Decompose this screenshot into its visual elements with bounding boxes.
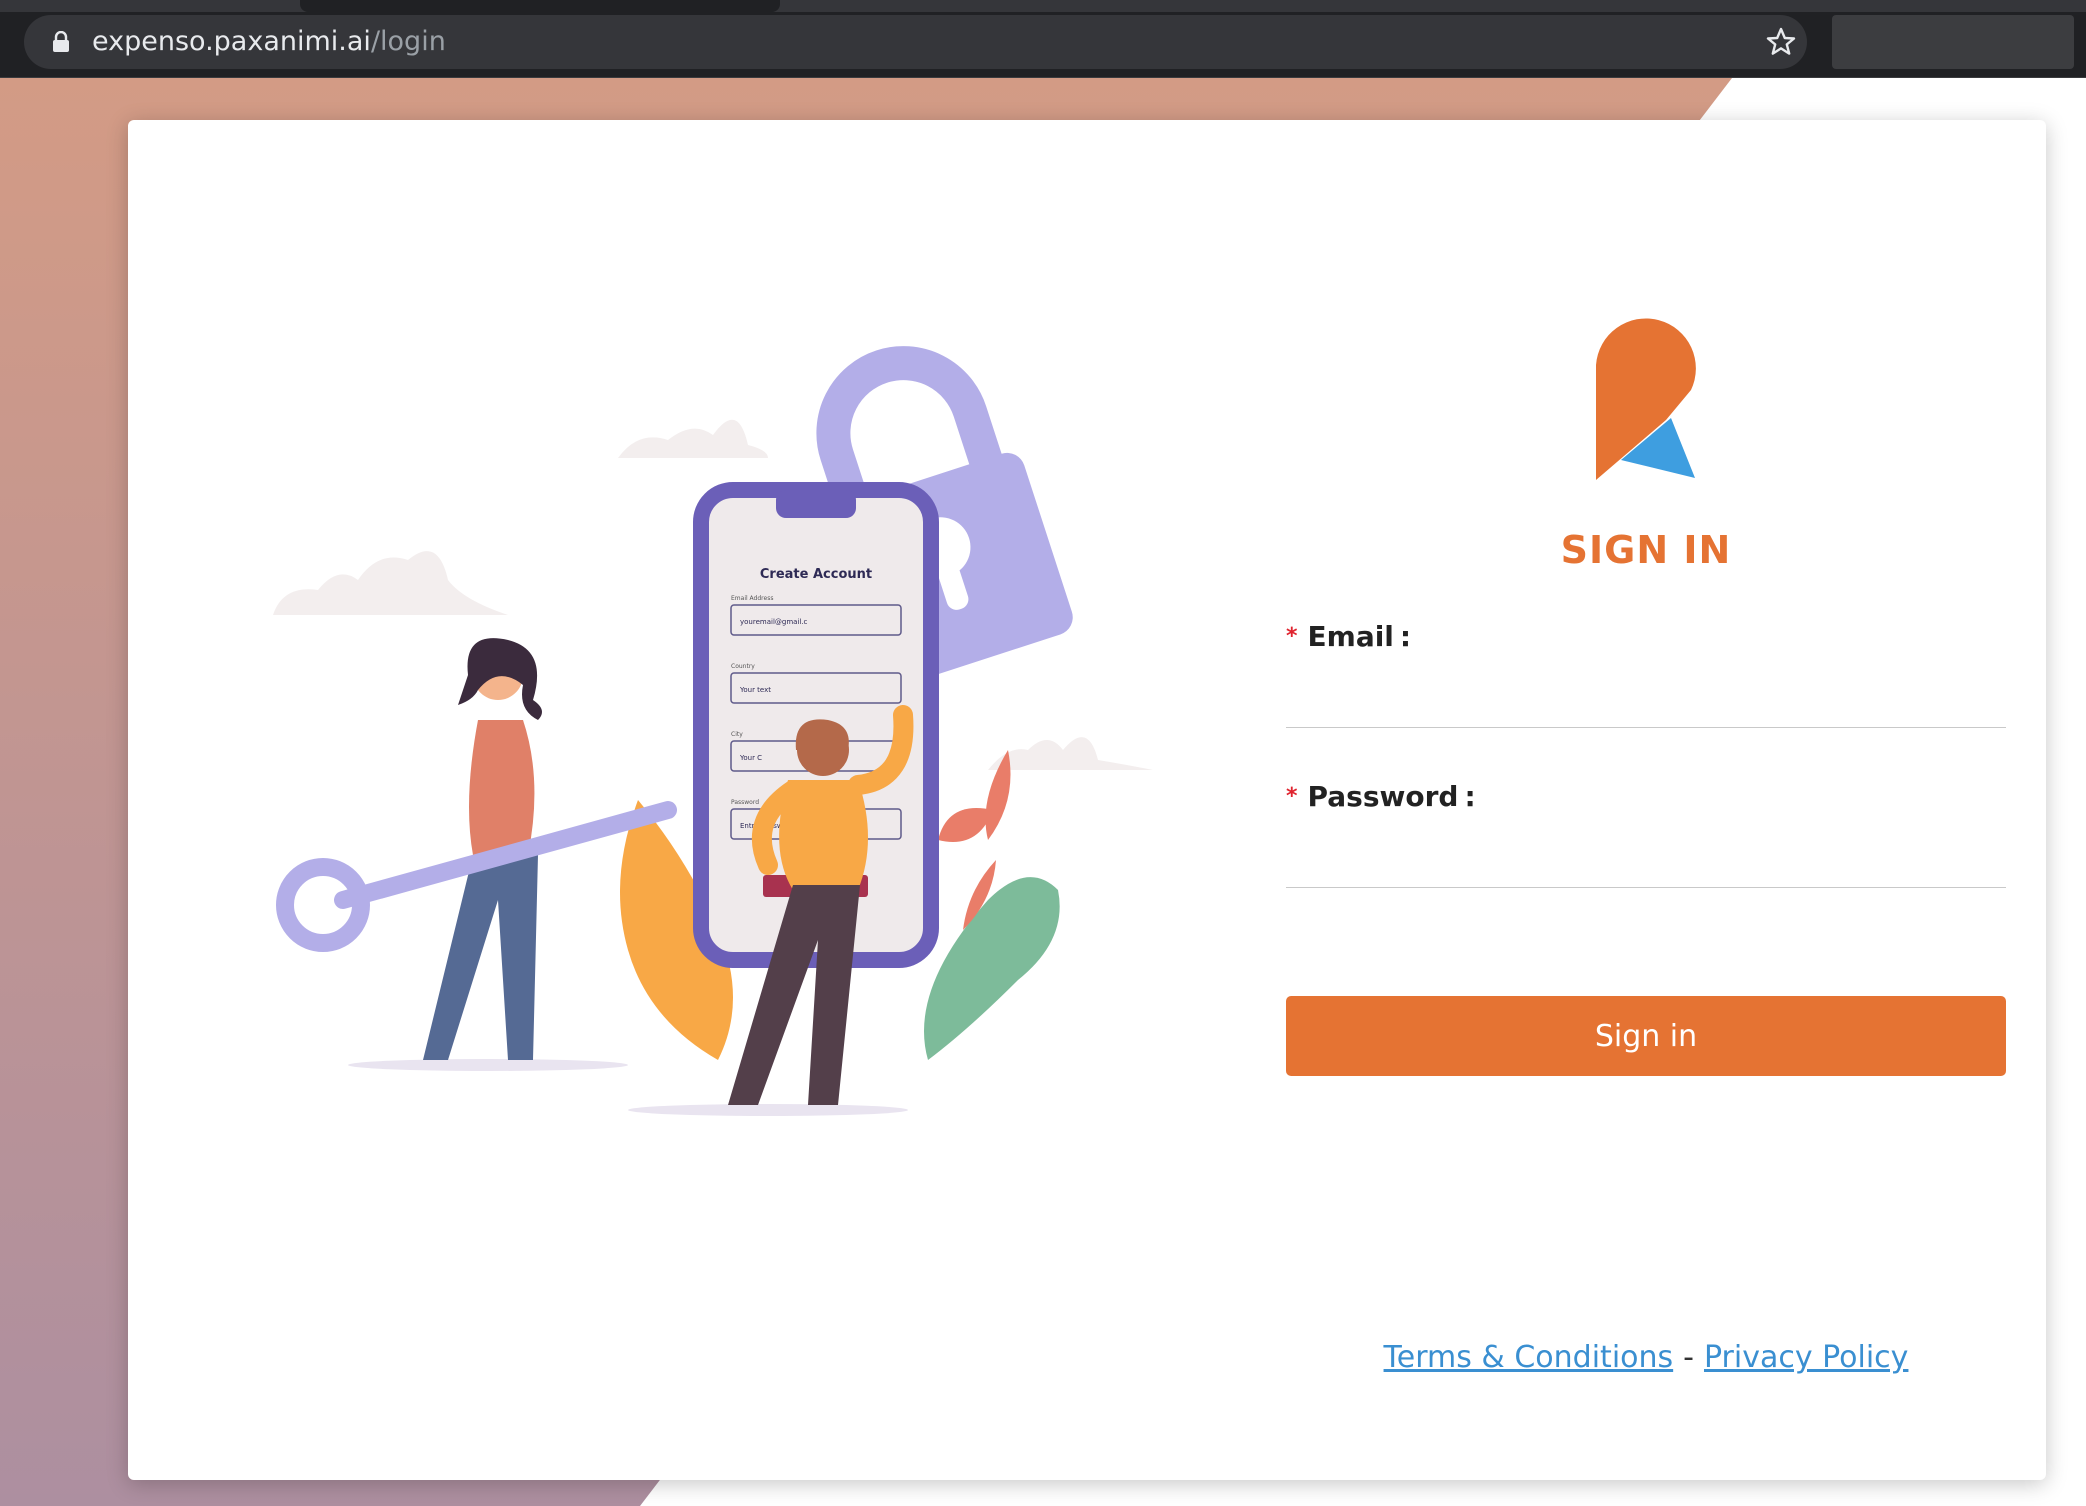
illustration-field-label: Email Address <box>731 595 773 602</box>
address-bar[interactable]: expenso.paxanimi.ai/login <box>24 15 1807 69</box>
sign-in-button[interactable]: Sign in <box>1286 996 2006 1076</box>
url-path: /login <box>370 26 446 57</box>
login-illustration: Create Account Email Address youremail@g… <box>273 346 1153 1116</box>
illustration-form-title: Create Account <box>760 567 872 582</box>
page-title: SIGN IN <box>1560 528 1732 572</box>
terms-link[interactable]: Terms & Conditions <box>1384 1340 1674 1375</box>
email-label: * Email: <box>1286 620 1411 653</box>
illustration-field-label: Country <box>731 663 755 670</box>
brand-logo <box>1596 318 1696 480</box>
url-host: expenso.paxanimi.ai <box>92 26 371 57</box>
label-colon: : <box>1399 620 1412 653</box>
tab-strip <box>0 0 2086 12</box>
url-text[interactable]: expenso.paxanimi.ai/login <box>92 26 446 58</box>
email-field[interactable] <box>1286 668 2006 728</box>
illustration-field-label: Password <box>731 799 759 806</box>
password-label-text: Password <box>1307 780 1459 813</box>
page: Create Account Email Address youremail@g… <box>0 78 2086 1506</box>
illustration-field-value: Your text <box>739 686 771 694</box>
active-tab[interactable] <box>300 0 780 12</box>
illustration-field-value: Your C <box>739 754 762 762</box>
star-icon[interactable] <box>1764 25 1798 59</box>
label-colon: : <box>1464 780 1476 813</box>
required-marker: * <box>1286 784 1298 809</box>
login-form: SIGN IN * Email: * Password: Sign in Terms… <box>1286 120 2006 1480</box>
password-field[interactable] <box>1286 828 2006 888</box>
footer-links: Terms & Conditions - Privacy Policy <box>1286 1340 2006 1375</box>
link-separator: - <box>1683 1340 1694 1375</box>
password-label: * Password: <box>1286 780 1476 813</box>
login-card: Create Account Email Address youremail@g… <box>128 120 2046 1480</box>
extensions-area[interactable] <box>1832 15 2074 69</box>
illustration-field-value: youremail@gmail.c <box>740 618 808 626</box>
privacy-link[interactable]: Privacy Policy <box>1704 1340 1908 1375</box>
browser-toolbar: expenso.paxanimi.ai/login <box>0 0 2086 78</box>
required-marker: * <box>1286 624 1298 649</box>
illustration-field-label: City <box>731 731 743 738</box>
email-label-text: Email <box>1307 620 1394 653</box>
lock-icon[interactable] <box>51 31 71 53</box>
